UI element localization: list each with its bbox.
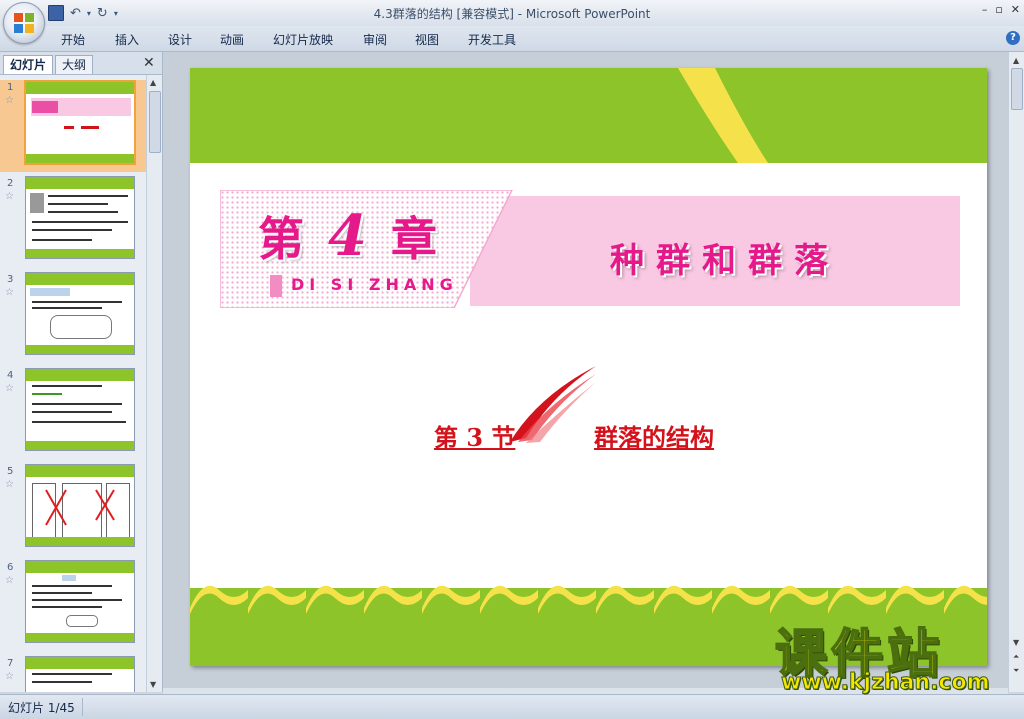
slide-thumbnail-5[interactable]: 5 ☆	[0, 464, 146, 556]
watermark-logo: 课件站 www.kjzhan.com	[774, 612, 1015, 698]
slide-thumbnail-4[interactable]: 4 ☆	[0, 368, 146, 460]
chapter-heading: 第 4 章	[258, 203, 441, 269]
animation-star-icon: ☆	[5, 287, 14, 298]
section-name: 群落的结构	[594, 423, 714, 452]
thumbnail-number: 1	[7, 82, 14, 93]
tab-slide-show[interactable]: 幻灯片放映	[273, 31, 333, 48]
thumbnail-number: 6	[7, 562, 14, 573]
ribbon-tabs: 开始 插入 设计 动画 幻灯片放映 审阅 视图 开发工具 ?	[0, 26, 1024, 52]
tab-review[interactable]: 审阅	[363, 31, 387, 48]
thumbnail-preview	[25, 560, 135, 643]
chapter-suffix: 章	[391, 212, 441, 266]
section-number: 第 3 节	[434, 423, 516, 452]
help-icon[interactable]: ?	[1006, 31, 1020, 45]
pane-tabs: 幻灯片 大纲 ✕	[0, 52, 162, 75]
thumbnail-number: 3	[7, 274, 14, 285]
tab-home[interactable]: 开始	[61, 31, 85, 48]
scroll-up-icon[interactable]: ▲	[1013, 56, 1019, 65]
slide-thumbnail-3[interactable]: 3 ☆	[0, 272, 146, 364]
scrollbar-thumb[interactable]	[149, 91, 161, 153]
watermark-url: www.kjzhan.com	[781, 670, 991, 696]
title-bar: ↶ ▾ ↻ ▾ 4.3群落的结构 [兼容模式] - Microsoft Powe…	[0, 0, 1024, 27]
swoosh-decoration	[510, 366, 596, 443]
tab-view[interactable]: 视图	[415, 31, 439, 48]
thumbnail-preview	[25, 368, 135, 451]
thumbnail-preview	[25, 464, 135, 547]
minimize-button[interactable]: –	[982, 3, 988, 16]
animation-star-icon: ☆	[5, 479, 14, 490]
animation-star-icon: ☆	[5, 383, 14, 394]
window-controls: – ▫ ✕	[982, 3, 1020, 16]
office-button[interactable]	[3, 2, 45, 44]
unit-title: 种群和群落	[610, 241, 840, 281]
pink-bar-decoration	[270, 275, 282, 297]
scrollbar-thumb[interactable]	[1011, 68, 1023, 110]
thumbnail-number: 7	[7, 658, 14, 669]
tab-design[interactable]: 设计	[168, 31, 192, 48]
chapter-number: 4	[328, 203, 371, 269]
tab-outline[interactable]: 大纲	[55, 55, 94, 74]
office-logo-icon	[14, 13, 34, 33]
tab-developer[interactable]: 开发工具	[468, 31, 516, 48]
scroll-down-icon[interactable]: ▼	[150, 680, 156, 689]
animation-star-icon: ☆	[5, 191, 14, 202]
thumbnail-number: 5	[7, 466, 14, 477]
slide-thumbnail-list: 1 ☆ 2 ☆ 3 ☆ 4 ☆ 5 ☆ 6 ☆ 7 ☆	[0, 75, 146, 692]
thumbnail-preview	[25, 176, 135, 259]
thumbnail-preview	[25, 272, 135, 355]
thumbnail-preview	[25, 656, 135, 692]
thumbnail-scrollbar[interactable]: ▲ ▼	[146, 75, 162, 692]
chapter-pinyin: DI SI ZHANG	[291, 275, 458, 294]
animation-star-icon: ☆	[5, 671, 14, 682]
scroll-up-icon[interactable]: ▲	[150, 78, 156, 87]
thumbnail-number: 2	[7, 178, 14, 189]
maximize-button[interactable]: ▫	[995, 3, 1002, 16]
tab-slides[interactable]: 幻灯片	[3, 55, 54, 74]
slide-canvas[interactable]: 第 4 章 DI SI ZHANG 种群和群落 第 3 节 群落的结构	[190, 68, 987, 666]
close-button[interactable]: ✕	[1011, 3, 1020, 16]
animation-star-icon: ☆	[5, 95, 14, 106]
slide-thumbnail-6[interactable]: 6 ☆	[0, 560, 146, 652]
chapter-prefix: 第	[258, 212, 308, 266]
close-icon[interactable]: ✕	[143, 55, 155, 71]
slide-thumbnail-2[interactable]: 2 ☆	[0, 176, 146, 268]
slides-pane: 幻灯片 大纲 ✕ 1 ☆ 2 ☆ 3 ☆ 4 ☆ 5 ☆ 6 ☆ 7 ☆ ▲ ▼	[0, 52, 163, 692]
tab-insert[interactable]: 插入	[115, 31, 139, 48]
vertical-scrollbar[interactable]: ▲ ▼ ⏶ ⏷	[1008, 52, 1024, 692]
slide-counter: 幻灯片 1/45	[8, 701, 75, 715]
slide-thumbnail-1[interactable]: 1 ☆	[0, 80, 146, 172]
window-title: 4.3群落的结构 [兼容模式] - Microsoft PowerPoint	[373, 7, 651, 21]
yellow-stripe-decoration	[678, 68, 768, 163]
tab-animations[interactable]: 动画	[220, 31, 244, 48]
animation-star-icon: ☆	[5, 575, 14, 586]
thumbnail-preview	[24, 80, 136, 165]
thumbnail-number: 4	[7, 370, 14, 381]
slide-thumbnail-7[interactable]: 7 ☆	[0, 656, 146, 692]
